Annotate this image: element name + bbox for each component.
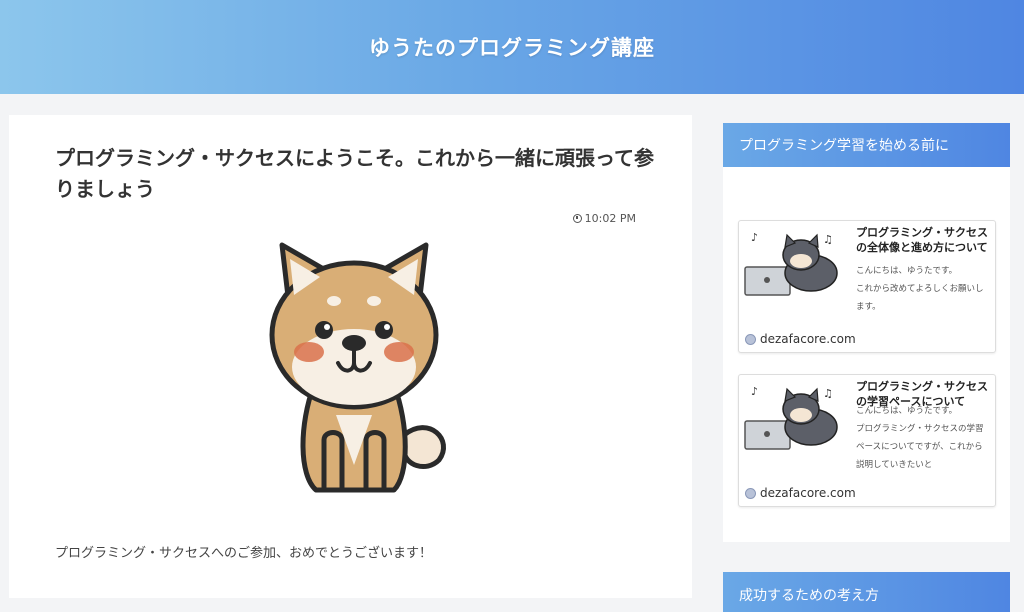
widget-title: プログラミング学習を始める前に: [723, 123, 1010, 167]
sidebar-widget-2-title: 成功するための考え方: [723, 572, 1010, 612]
card-excerpt: こんにちは、ゆうたです。 プログラミング・サクセスの学習ペースについてですが、こ…: [856, 406, 984, 470]
card-domain: dezafacore.com: [745, 486, 856, 500]
card-domain-text: dezafacore.com: [760, 486, 856, 500]
card-title[interactable]: プログラミング・サクセスの全体像と進め方について: [856, 225, 990, 256]
globe-icon: [745, 487, 756, 499]
related-post-card[interactable]: ♪ ♫ プログラミング・サクセスの全体像と進め方について こんにちは、ゆうたです…: [738, 220, 996, 353]
card-thumbnail: ♪ ♫: [744, 385, 838, 450]
globe-icon: [745, 333, 756, 345]
card-domain: dezafacore.com: [745, 332, 856, 346]
svg-text:♪: ♪: [751, 231, 758, 244]
svg-text:♪: ♪: [751, 385, 758, 398]
article-card: プログラミング・サクセスにようこそ。これから一緒に頑張って参りましょう 10:0…: [9, 115, 692, 598]
svg-text:♫: ♫: [823, 233, 833, 246]
shiba-dog-illustration: [254, 235, 454, 500]
related-post-card[interactable]: ♪ ♫ プログラミング・サクセスの学習ペースについて こんにちは、ゆうたです。 …: [738, 374, 996, 507]
post-time-text: 10:02 PM: [584, 212, 636, 225]
svg-text:♫: ♫: [823, 387, 833, 400]
site-header: ゆうたのプログラミング講座: [0, 0, 1024, 94]
post-title[interactable]: プログラミング・サクセスにようこそ。これから一緒に頑張って参りましょう: [55, 143, 655, 205]
post-body: プログラミング・サクセスへのご参加、おめでとうございます！: [55, 546, 433, 561]
clock-icon: [572, 214, 582, 223]
card-domain-text: dezafacore.com: [760, 332, 856, 346]
card-excerpt: こんにちは、ゆうたです。 これから改めてよろしくお願いします。: [856, 266, 984, 312]
site-title[interactable]: ゆうたのプログラミング講座: [369, 32, 655, 62]
sidebar-widget-1: プログラミング学習を始める前に ♪ ♫ プログラミング・サクセスの全体像と進め方…: [723, 123, 1010, 542]
post-time: 10:02 PM: [572, 212, 636, 225]
card-thumbnail: ♪ ♫: [744, 231, 838, 296]
